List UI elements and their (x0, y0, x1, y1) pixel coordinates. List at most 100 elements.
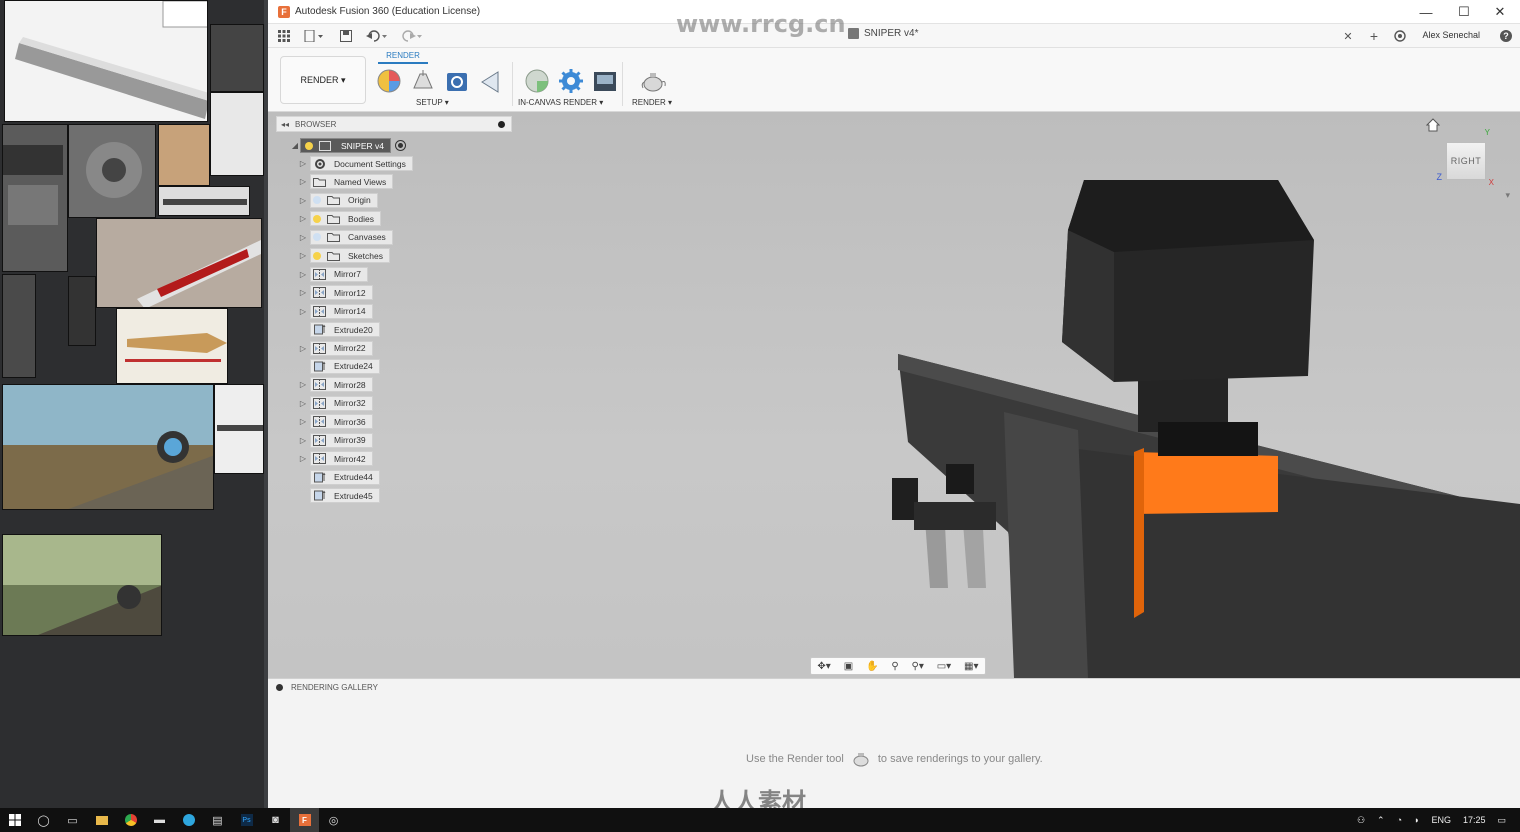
browser-tree-item[interactable]: ▷ Mirror14 (298, 303, 373, 319)
collapse-gallery-icon[interactable] (276, 684, 283, 691)
visibility-bulb-icon[interactable] (313, 251, 321, 260)
browser-tree-item[interactable]: Extrude44 (298, 469, 380, 485)
screen-recorder-icon[interactable]: ◙ (261, 808, 290, 832)
browser-tree-item[interactable]: ▷ Mirror32 (298, 395, 373, 411)
visibility-bulb-icon[interactable] (305, 141, 313, 150)
browser-tree-item[interactable]: ▷ Mirror22 (298, 340, 373, 356)
visibility-bulb-icon[interactable] (313, 196, 321, 205)
expand-arrow-icon[interactable]: ▷ (298, 307, 308, 316)
capture-image-icon[interactable] (592, 68, 618, 94)
expand-arrow-icon[interactable]: ▷ (298, 399, 308, 408)
browser-tree-item[interactable]: Extrude20 (298, 322, 380, 338)
orbit-icon[interactable]: ✥▾ (817, 661, 830, 672)
look-at-icon[interactable]: ▣ (844, 661, 853, 672)
task-view-icon[interactable]: ▭ (58, 808, 87, 832)
pan-hand-icon[interactable]: ✋ (866, 661, 878, 672)
browser-tree-item[interactable]: ▷ Canvases (298, 229, 393, 245)
zoom-icon[interactable]: ⚲ (891, 661, 898, 672)
browser-root-node[interactable]: ◢ SNIPER v4 (290, 138, 406, 153)
browser-tree-item[interactable]: ▷ Mirror39 (298, 432, 373, 448)
expand-arrow-icon[interactable]: ▷ (298, 159, 308, 168)
fusion-taskbar-icon[interactable]: F (290, 808, 319, 832)
people-icon[interactable]: ⚇ (1351, 815, 1371, 826)
maximize-button[interactable]: ☐ (1446, 0, 1482, 24)
notes-app-icon[interactable]: ▤ (203, 808, 232, 832)
render-group-label[interactable]: RENDER ▾ (632, 98, 672, 107)
activate-component-icon[interactable] (395, 140, 406, 151)
collapse-browser-icon[interactable]: ◂◂ (281, 120, 289, 129)
render-teapot-icon[interactable] (640, 68, 666, 94)
decal-icon[interactable] (478, 68, 504, 94)
expand-arrow-icon[interactable]: ▷ (298, 270, 308, 279)
appearance-icon[interactable] (376, 68, 402, 94)
clock-time[interactable]: 17:25 (1457, 815, 1492, 825)
home-view-icon[interactable] (1426, 118, 1440, 132)
chrome-icon[interactable] (116, 808, 145, 832)
save-icon[interactable] (338, 28, 354, 44)
collapse-arrow-icon[interactable]: ◢ (290, 141, 300, 150)
in-canvas-render-icon[interactable] (524, 68, 550, 94)
display-settings-icon[interactable]: ▭▾ (937, 661, 951, 672)
file-explorer-icon[interactable] (87, 808, 116, 832)
browser-tree-item[interactable]: Extrude45 (298, 488, 380, 504)
expand-arrow-icon[interactable]: ▷ (298, 344, 308, 353)
close-tab-icon[interactable]: ✕ (1340, 28, 1356, 44)
browser-tree-item[interactable]: ▷ Mirror36 (298, 414, 373, 430)
volume-icon[interactable]: ◗ (1408, 815, 1425, 825)
network-icon[interactable]: ◔ (1391, 815, 1408, 825)
render-settings-gear-icon[interactable] (558, 68, 584, 94)
fit-icon[interactable]: ⚲▾ (912, 661, 924, 672)
document-tab[interactable]: SNIPER v4* (848, 28, 918, 39)
expand-arrow-icon[interactable]: ▷ (298, 288, 308, 297)
browser-tree-item[interactable]: ▷ Mirror12 (298, 285, 373, 301)
file-menu-icon[interactable] (302, 28, 326, 44)
texture-map-icon[interactable] (444, 68, 470, 94)
expand-arrow-icon[interactable]: ▷ (298, 214, 308, 223)
user-account-name[interactable]: Alex Senechal (1422, 30, 1480, 40)
browser-tree-item[interactable]: ▷ Bodies (298, 211, 381, 227)
browser-tree-item[interactable]: ▷ Sketches (298, 248, 390, 264)
start-windows-icon[interactable] (0, 808, 29, 832)
browser-tree-item[interactable]: ▷ Mirror7 (298, 266, 368, 282)
new-tab-icon[interactable]: + (1366, 28, 1382, 44)
obs-icon[interactable]: ◎ (319, 808, 348, 832)
expand-arrow-icon[interactable]: ▷ (298, 417, 308, 426)
expand-arrow-icon[interactable]: ▷ (298, 196, 308, 205)
visibility-bulb-icon[interactable] (313, 214, 321, 223)
tab-render[interactable]: RENDER (378, 51, 428, 64)
setup-group-label[interactable]: SETUP ▾ (416, 98, 449, 107)
grid-settings-icon[interactable]: ▦▾ (964, 661, 978, 672)
3d-viewport-canvas[interactable] (268, 112, 1520, 678)
in-canvas-render-group-label[interactable]: IN-CANVAS RENDER ▾ (518, 98, 603, 107)
visibility-bulb-icon[interactable] (313, 233, 321, 242)
browser-tree-item[interactable]: ▷ Mirror28 (298, 377, 373, 393)
scene-settings-icon[interactable] (410, 68, 436, 94)
browser-panel-header[interactable]: ◂◂ BROWSER (276, 116, 512, 132)
search-circle-icon[interactable]: ◯ (29, 808, 58, 832)
expand-arrow-icon[interactable]: ▷ (298, 177, 308, 186)
redo-icon[interactable] (398, 28, 424, 44)
telegram-icon[interactable] (174, 808, 203, 832)
pin-panel-icon[interactable] (498, 120, 505, 128)
viewcube-menu-icon[interactable]: ▾ (1505, 190, 1510, 201)
expand-arrow-icon[interactable]: ▷ (298, 233, 308, 242)
viewcube[interactable]: RIGHT (1446, 142, 1486, 180)
job-status-icon[interactable] (1392, 28, 1408, 44)
language-indicator[interactable]: ENG (1425, 815, 1457, 825)
photoshop-icon[interactable]: Ps (232, 808, 261, 832)
browser-tree-item[interactable]: ▷ Document Settings (298, 156, 413, 171)
undo-icon[interactable] (364, 28, 390, 44)
expand-arrow-icon[interactable]: ▷ (298, 251, 308, 260)
tray-expand-icon[interactable]: ⌃ (1371, 815, 1391, 826)
notifications-icon[interactable]: ▭ (1491, 815, 1520, 826)
browser-tree-item[interactable]: ▷ Named Views (298, 174, 394, 190)
minimize-button[interactable]: — (1408, 0, 1444, 24)
data-panel-grid-icon[interactable] (276, 28, 292, 44)
expand-arrow-icon[interactable]: ▷ (298, 380, 308, 389)
close-window-button[interactable]: ✕ (1482, 0, 1518, 24)
app-window-icon[interactable]: ▬ (145, 808, 174, 832)
browser-tree-item[interactable]: ▷ Origin (298, 192, 378, 208)
browser-tree-item[interactable]: Extrude24 (298, 358, 380, 374)
expand-arrow-icon[interactable]: ▷ (298, 454, 308, 463)
browser-tree-item[interactable]: ▷ Mirror42 (298, 451, 373, 467)
